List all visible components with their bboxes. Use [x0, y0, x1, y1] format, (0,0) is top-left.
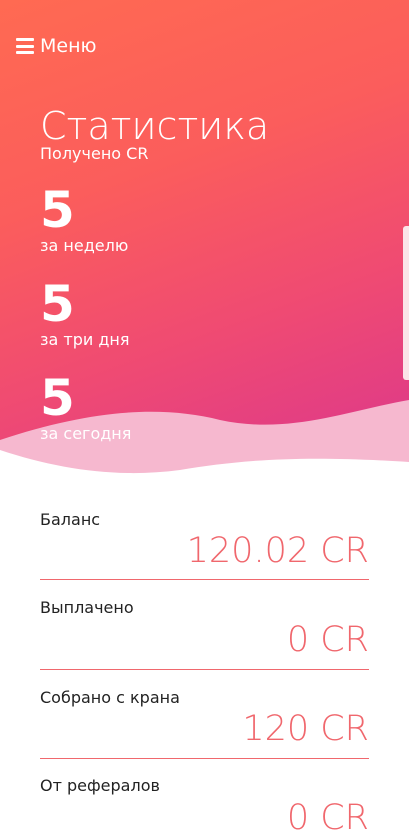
balance-label: Баланс — [40, 510, 101, 529]
divider — [40, 579, 369, 580]
stat-today-label: за сегодня — [40, 424, 132, 443]
hamburger-icon — [16, 38, 34, 54]
side-drawer-handle[interactable] — [403, 226, 409, 380]
menu-label: Меню — [40, 35, 97, 57]
stat-week-label: за неделю — [40, 236, 129, 255]
page-subtitle: Получено CR — [40, 144, 149, 163]
divider — [40, 758, 369, 759]
faucet-value: 120 CR — [242, 709, 369, 749]
balance-value: 120.02 CR — [186, 531, 369, 571]
menu-button[interactable]: Меню — [16, 34, 97, 58]
stat-three-days-value: 5 — [40, 275, 75, 333]
stat-three-days-label: за три дня — [40, 330, 130, 349]
page-title: Статистика — [40, 104, 270, 148]
stats-header: Меню Статистика Получено CR 5 за неделю … — [0, 0, 409, 490]
faucet-label: Собрано с крана — [40, 688, 180, 707]
stat-today-value: 5 — [40, 369, 75, 427]
referrals-label: От рефералов — [40, 776, 160, 795]
divider — [40, 669, 369, 670]
paid-out-label: Выплачено — [40, 598, 134, 617]
stat-week-value: 5 — [40, 181, 75, 239]
paid-out-value: 0 CR — [286, 620, 369, 660]
referrals-value: 0 CR — [286, 798, 369, 838]
